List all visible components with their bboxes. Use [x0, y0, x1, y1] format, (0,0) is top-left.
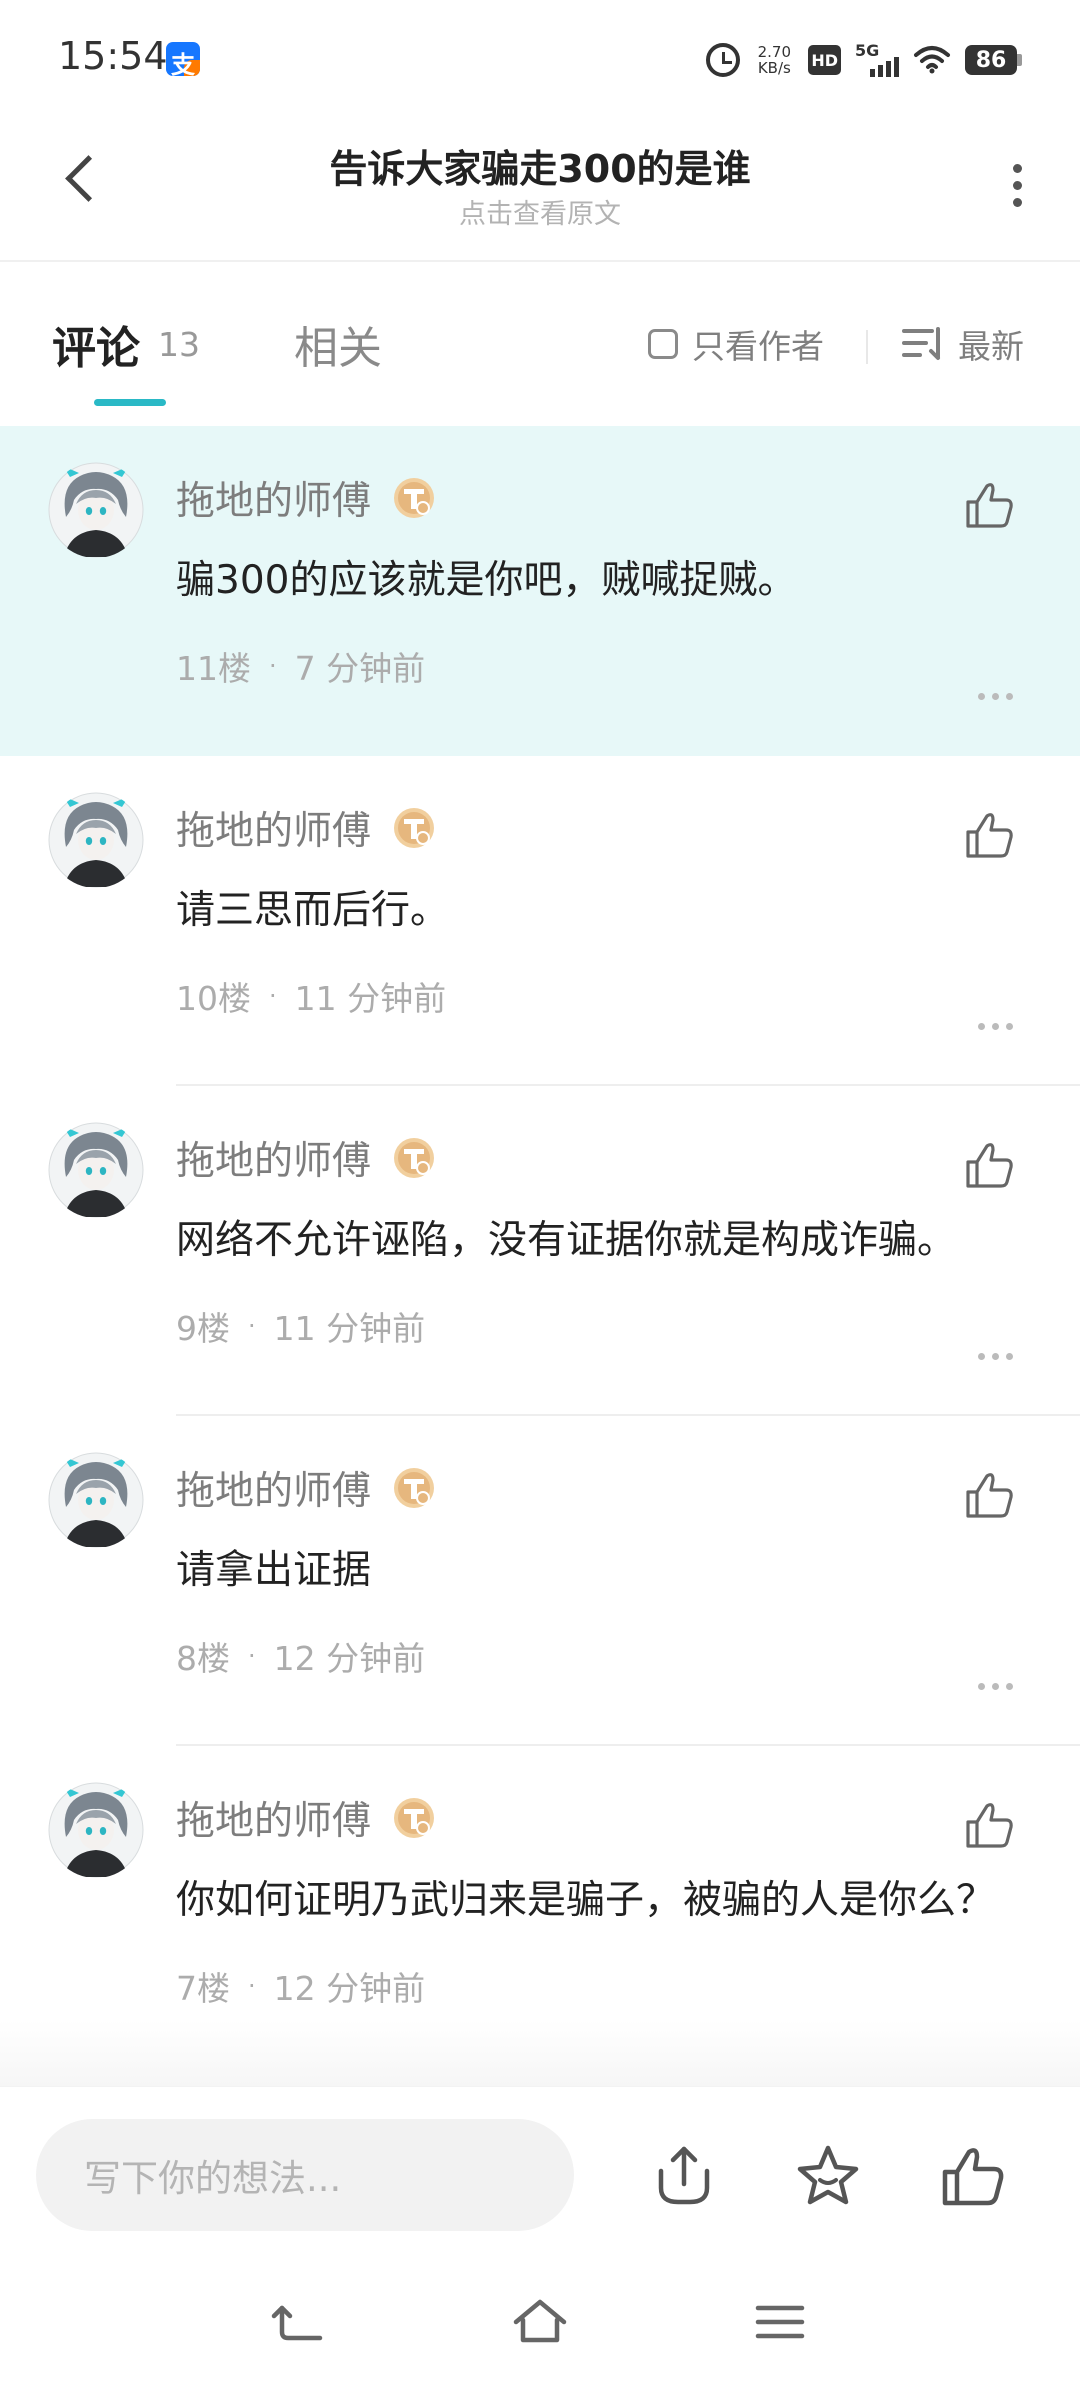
- comment-item[interactable]: 拖地的师傅 请三思而后行。 10楼 · 11 分钟前: [0, 756, 1080, 1086]
- thumbs-up-icon[interactable]: [962, 478, 1016, 532]
- user-avatar[interactable]: [48, 792, 144, 888]
- alipay-glyph: 支: [171, 51, 195, 76]
- level-badge-icon: [394, 478, 435, 518]
- tab-comments-label: 评论: [52, 323, 140, 374]
- comment-count: 13: [158, 324, 200, 364]
- status-time: 15:54: [58, 34, 168, 78]
- comment-item[interactable]: 拖地的师傅 网络不允许诬陷，没有证据你就是构成诈骗。 9楼 · 11 分钟前: [0, 1086, 1080, 1416]
- comment-more-icon[interactable]: [976, 688, 1016, 708]
- nav-header: 告诉大家骗走300的是谁 点击查看原文: [0, 118, 1080, 262]
- user-avatar[interactable]: [48, 462, 144, 558]
- comment-floor: 9楼: [176, 1309, 230, 1348]
- username[interactable]: 拖地的师傅: [176, 470, 371, 526]
- tab-comments[interactable]: 评论 13: [52, 304, 200, 384]
- level-badge-icon: [394, 808, 435, 848]
- scroll-fade: [0, 2020, 1080, 2086]
- thumbs-up-icon[interactable]: [962, 1798, 1016, 1852]
- sort-icon: [902, 327, 940, 360]
- bottom-action-bar: 写下你的想法...: [0, 2086, 1080, 2265]
- battery-icon: 86: [965, 45, 1022, 75]
- comment-time: 12 分钟前: [273, 1639, 426, 1678]
- comment-more-icon[interactable]: [976, 1018, 1016, 1038]
- comment-meta: 8楼 · 12 分钟前: [176, 1630, 1032, 1682]
- user-avatar[interactable]: [48, 1452, 144, 1548]
- comment-floor: 8楼: [176, 1639, 230, 1678]
- battery-level: 86: [965, 45, 1017, 75]
- thumbs-up-icon[interactable]: [962, 808, 1016, 862]
- comment-item[interactable]: 拖地的师傅 骗300的应该就是你吧，贼喊捉贼。 11楼 · 7 分钟前: [0, 426, 1080, 756]
- comment-text: 网络不允许诬陷，没有证据你就是构成诈骗。: [176, 1218, 957, 1263]
- checkbox-icon[interactable]: [648, 329, 678, 359]
- comment-text: 你如何证明乃武归来是骗子，被骗的人是你么？: [176, 1878, 996, 1923]
- meta-separator: ·: [248, 1972, 256, 2000]
- comment-more-icon[interactable]: [976, 1678, 1016, 1698]
- comment-time: 11 分钟前: [294, 979, 447, 1018]
- comment-input[interactable]: 写下你的想法...: [36, 2119, 574, 2231]
- thumbs-up-icon[interactable]: [936, 2140, 1008, 2212]
- only-author-label: 只看作者: [692, 327, 824, 366]
- meta-separator: ·: [248, 1642, 256, 1670]
- user-avatar[interactable]: [48, 1122, 144, 1218]
- system-menu-icon[interactable]: [748, 2290, 812, 2354]
- wifi-icon: [914, 46, 950, 74]
- page-title[interactable]: 告诉大家骗走300的是谁: [180, 138, 900, 193]
- signal-icon: 5G: [855, 41, 899, 77]
- username[interactable]: 拖地的师傅: [176, 1790, 371, 1846]
- alipay-icon: 支: [166, 42, 200, 76]
- signal-bars: [870, 57, 899, 77]
- system-navigation-bar: [0, 2264, 1080, 2388]
- level-badge-icon: [394, 1138, 435, 1178]
- sort-button[interactable]: 最新: [900, 310, 1024, 378]
- username[interactable]: 拖地的师傅: [176, 800, 371, 856]
- comment-meta: 11楼 · 7 分钟前: [176, 640, 1032, 692]
- view-original-link[interactable]: 点击查看原文: [180, 192, 900, 231]
- level-badge-icon: [394, 1468, 435, 1508]
- network-speed-value: 2.70: [757, 43, 792, 61]
- level-badge-icon: [394, 1798, 435, 1838]
- comment-time: 11 分钟前: [273, 1309, 426, 1348]
- favorite-star-icon[interactable]: [792, 2140, 864, 2212]
- comment-meta: 7楼 · 12 分钟前: [176, 1960, 1032, 2012]
- tab-related-label: 相关: [294, 323, 382, 374]
- tab-related[interactable]: 相关: [294, 304, 382, 384]
- thumbs-up-icon[interactable]: [962, 1468, 1016, 1522]
- username[interactable]: 拖地的师傅: [176, 1460, 371, 1516]
- active-tab-indicator: [94, 399, 166, 406]
- vertical-dots-icon[interactable]: [996, 158, 1040, 214]
- status-bar: 15:54 支 2.70 KB/s HD 5G 86: [0, 0, 1080, 118]
- network-speed: 2.70 KB/s: [754, 44, 794, 76]
- comment-text: 请三思而后行。: [176, 888, 450, 933]
- comment-meta: 10楼 · 11 分钟前: [176, 970, 1032, 1022]
- alarm-icon: [706, 43, 741, 77]
- comments-list[interactable]: 拖地的师傅 骗300的应该就是你吧，贼喊捉贼。 11楼 · 7 分钟前 拖地的师…: [0, 426, 1080, 2086]
- system-home-icon[interactable]: [508, 2290, 572, 2354]
- comment-time: 12 分钟前: [273, 1969, 426, 2008]
- share-icon[interactable]: [648, 2140, 720, 2212]
- comment-text: 请拿出证据: [176, 1548, 372, 1593]
- hd-icon: HD: [808, 45, 841, 75]
- user-avatar[interactable]: [48, 1782, 144, 1878]
- only-author-toggle[interactable]: 只看作者: [648, 310, 824, 378]
- comment-more-icon[interactable]: [976, 1348, 1016, 1368]
- filter-divider: [866, 330, 868, 364]
- system-back-icon[interactable]: [268, 2290, 332, 2354]
- back-arrow-icon[interactable]: [58, 150, 108, 206]
- network-speed-unit: KB/s: [757, 59, 791, 77]
- meta-separator: ·: [248, 1312, 256, 1340]
- comment-floor: 7楼: [176, 1969, 230, 2008]
- meta-separator: ·: [269, 982, 277, 1010]
- meta-separator: ·: [269, 652, 277, 680]
- sort-label: 最新: [958, 327, 1024, 366]
- tab-bar: 评论 13 相关 只看作者 最新: [0, 262, 1080, 426]
- comment-floor: 10楼: [176, 979, 251, 1018]
- thumbs-up-icon[interactable]: [962, 1138, 1016, 1192]
- comment-text: 骗300的应该就是你吧，贼喊捉贼。: [176, 558, 797, 603]
- username[interactable]: 拖地的师傅: [176, 1130, 371, 1186]
- comment-floor: 11楼: [176, 649, 251, 688]
- comment-time: 7 分钟前: [294, 649, 426, 688]
- comment-item[interactable]: 拖地的师傅 请拿出证据 8楼 · 12 分钟前: [0, 1416, 1080, 1746]
- status-icons: 2.70 KB/s HD 5G 86: [706, 36, 1022, 84]
- comment-meta: 9楼 · 11 分钟前: [176, 1300, 1032, 1352]
